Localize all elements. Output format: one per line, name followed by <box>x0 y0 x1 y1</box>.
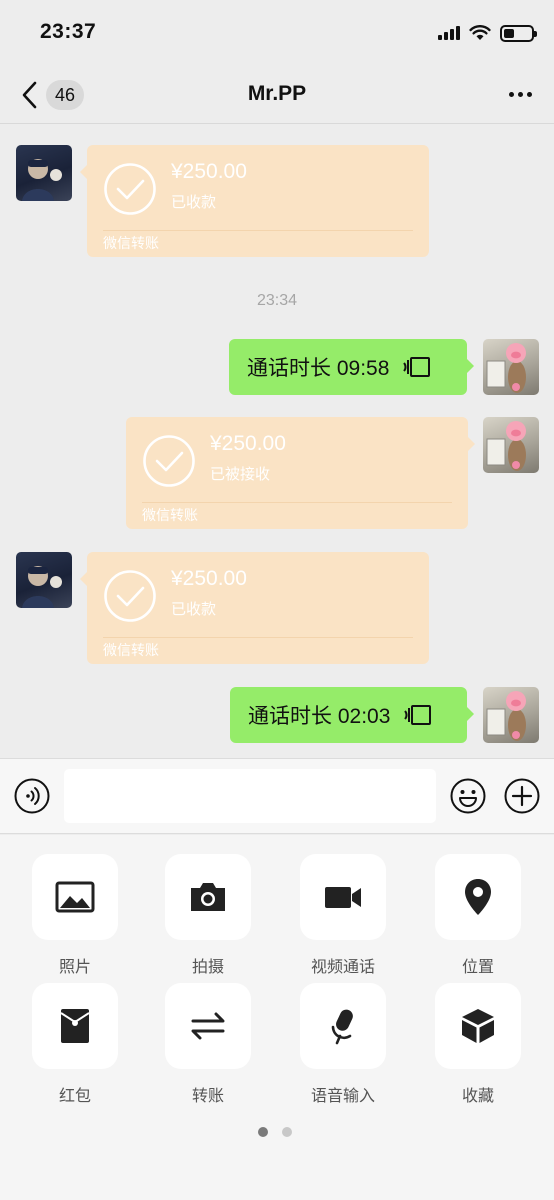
pig-face-icon <box>486 691 526 741</box>
tool-location[interactable]: 位置 <box>434 854 522 977</box>
favorites-icon <box>462 1009 494 1043</box>
chat-title: Mr.PP <box>247 82 307 105</box>
tool-tile[interactable] <box>165 854 251 940</box>
tool-tile[interactable] <box>32 854 118 940</box>
video-call-icon <box>325 887 361 908</box>
tool-label: 语音输入 <box>310 1088 375 1105</box>
tool-photo[interactable]: 照片 <box>31 854 119 977</box>
message-timestamp: 23:34 <box>256 292 298 309</box>
call-record-bubble[interactable]: 通话时长 09:58 <box>229 339 474 395</box>
call-duration-text: 通话时长 09:58 <box>247 357 390 380</box>
person-photo-icon <box>22 566 62 608</box>
transfer-label: 微信转账 <box>103 642 159 658</box>
battery-icon <box>500 24 537 42</box>
tool-video-call[interactable]: 视频通话 <box>299 854 387 977</box>
tool-tile[interactable] <box>300 854 386 940</box>
signal-icon <box>438 26 460 40</box>
tool-transfer[interactable]: 转账 <box>164 983 252 1106</box>
person-photo-icon <box>22 159 62 201</box>
contact-avatar[interactable] <box>16 145 72 201</box>
tool-label: 视频通话 <box>310 959 375 976</box>
page-indicator <box>258 1127 292 1137</box>
transfer-label: 微信转账 <box>142 507 198 523</box>
my-avatar[interactable] <box>483 687 539 743</box>
more-dots-icon <box>509 92 514 97</box>
tool-favorites[interactable]: 收藏 <box>434 983 522 1106</box>
transfer-card[interactable]: ¥250.00 已收款 微信转账 <box>80 145 429 257</box>
status-time: 23:37 <box>40 20 97 43</box>
voice-call-icon <box>404 705 432 725</box>
call-record-bubble[interactable]: 通话时长 02:03 <box>230 687 474 743</box>
pig-face-icon <box>486 421 526 471</box>
input-bar <box>0 758 554 834</box>
my-avatar[interactable] <box>483 339 539 395</box>
transfer-card[interactable]: ¥250.00 已被接收 微信转账 <box>126 417 475 529</box>
transfer-amount: ¥250.00 <box>210 432 286 455</box>
tool-tile[interactable] <box>165 983 251 1069</box>
message-list[interactable]: ¥250.00 已收款 微信转账 23:34 通话时长 09:58 ¥250.0… <box>0 125 554 757</box>
tool-label: 红包 <box>58 1088 91 1105</box>
transfer-status: 已收款 <box>171 194 217 211</box>
tool-label: 拍摄 <box>191 959 224 976</box>
tool-label: 位置 <box>461 959 494 976</box>
microphone-icon <box>331 1009 353 1045</box>
tool-label: 收藏 <box>461 1088 494 1105</box>
tool-label: 照片 <box>58 959 91 976</box>
page-dot-active[interactable] <box>258 1127 268 1137</box>
divider <box>142 502 452 503</box>
contact-avatar[interactable] <box>16 552 72 608</box>
call-duration-text: 通话时长 02:03 <box>248 705 391 728</box>
divider <box>103 230 413 231</box>
check-circle-icon <box>104 163 156 215</box>
more-options-button[interactable] <box>509 92 532 97</box>
transfer-label: 微信转账 <box>103 235 159 251</box>
voice-mode-icon[interactable] <box>14 778 50 814</box>
chat-header: 46 Mr.PP <box>0 64 554 124</box>
divider <box>103 637 413 638</box>
tool-voice-input[interactable]: 语音输入 <box>299 983 387 1106</box>
photo-icon <box>55 881 95 913</box>
transfer-card[interactable]: ¥250.00 已收款 微信转账 <box>80 552 429 664</box>
more-functions-panel: 照片 拍摄 视频通话 位置 红包 转账 语音输入 收藏 <box>0 835 554 1200</box>
tool-red-packet[interactable]: 红包 <box>31 983 119 1106</box>
my-avatar[interactable] <box>483 417 539 473</box>
transfer-icon <box>191 1012 225 1040</box>
transfer-amount: ¥250.00 <box>171 567 247 590</box>
check-circle-icon <box>143 435 195 487</box>
message-input[interactable] <box>64 769 436 823</box>
location-icon <box>465 879 491 915</box>
red-packet-icon <box>60 1009 90 1043</box>
wifi-icon <box>469 25 491 40</box>
tool-tile[interactable] <box>435 854 521 940</box>
tool-camera[interactable]: 拍摄 <box>164 854 252 977</box>
transfer-amount: ¥250.00 <box>171 160 247 183</box>
transfer-status: 已被接收 <box>210 466 271 483</box>
tool-tile[interactable] <box>435 983 521 1069</box>
check-circle-icon <box>104 570 156 622</box>
transfer-status: 已收款 <box>171 601 217 618</box>
page-dot[interactable] <box>282 1127 292 1137</box>
tool-tile[interactable] <box>32 983 118 1069</box>
status-bar: 23:37 <box>0 0 554 64</box>
voice-call-icon <box>403 357 431 377</box>
camera-icon <box>191 883 225 911</box>
pig-face-icon <box>486 343 526 393</box>
status-icons <box>438 22 537 44</box>
emoji-icon[interactable] <box>450 778 486 814</box>
plus-icon[interactable] <box>504 778 540 814</box>
tool-tile[interactable] <box>300 983 386 1069</box>
tool-label: 转账 <box>191 1088 224 1105</box>
